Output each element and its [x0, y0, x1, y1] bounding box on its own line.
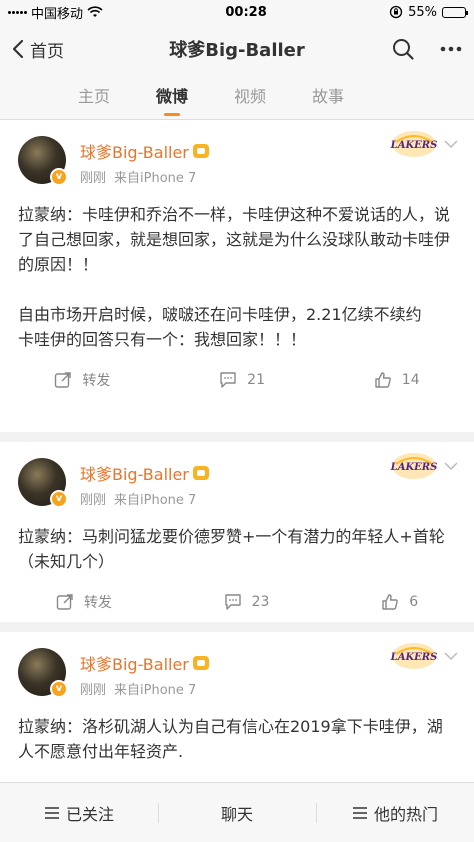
hot-posts-label: 他的热门: [373, 804, 438, 824]
repost-label: 转发: [83, 595, 112, 611]
comment-count: 23: [251, 594, 270, 610]
verified-icon: v: [50, 680, 68, 698]
verified-icon: v: [50, 490, 68, 508]
post-time: 刚刚: [80, 493, 107, 508]
lakers-logo-text: LAKERS: [390, 462, 437, 473]
post-actions: 转发 21 14: [0, 358, 474, 402]
tab-weibo[interactable]: 微博: [156, 74, 188, 120]
post-card[interactable]: v 球爹Big-Baller 刚刚 来自iPhone 7 LAKERS 拉蒙纳：马…: [0, 442, 474, 622]
post-source: 来自iPhone 7: [114, 683, 197, 698]
menu-icon: [352, 806, 367, 819]
like-button[interactable]: 6: [381, 593, 418, 611]
chat-label: 聊天: [220, 804, 253, 824]
back-button[interactable]: 首页: [12, 37, 64, 62]
signal-icon: [8, 10, 27, 14]
lakers-logo-icon: LAKERS: [390, 453, 437, 479]
lakers-logo-text: LAKERS: [390, 140, 437, 151]
avatar[interactable]: v: [18, 648, 68, 698]
post-card[interactable]: v 球爹Big-Baller 刚刚 来自iPhone 7 LAKERS 拉蒙纳：卡…: [0, 120, 474, 432]
author-name[interactable]: 球爹Big-Baller: [80, 651, 189, 675]
followed-label: 已关注: [65, 804, 114, 824]
hot-posts-button[interactable]: 他的热门: [316, 801, 474, 825]
post-source: 来自iPhone 7: [114, 493, 197, 508]
bottom-bar: 已关注 聊天 他的热门: [0, 782, 474, 842]
clock: 00:28: [225, 4, 267, 20]
post-time: 刚刚: [80, 171, 107, 186]
post-text: 拉蒙纳：洛杉矶湖人认为自己有信心在2019拿下卡哇伊，湖人不愿意付出年轻资产.: [18, 717, 443, 761]
vip-badge-icon: [192, 144, 209, 158]
repost-button[interactable]: 转发: [54, 370, 110, 390]
lakers-logo-icon: LAKERS: [390, 131, 437, 157]
avatar[interactable]: v: [18, 136, 68, 186]
battery-percent: 55%: [408, 4, 437, 20]
nav-bar: 首页 球爹Big-Baller: [0, 24, 474, 74]
repost-icon: [55, 372, 72, 388]
tab-video[interactable]: 视频: [234, 74, 266, 120]
lakers-logo-text: LAKERS: [390, 652, 437, 663]
tab-home[interactable]: 主页: [78, 74, 110, 120]
comment-button[interactable]: 23: [224, 593, 270, 611]
repost-icon: [56, 594, 73, 610]
comment-icon: [224, 594, 241, 610]
thumbs-up-icon: [382, 594, 399, 610]
comment-count: 21: [247, 372, 265, 388]
feed: v 球爹Big-Baller 刚刚 来自iPhone 7 LAKERS 拉蒙纳：卡…: [0, 120, 474, 842]
chevron-down-icon[interactable]: [444, 462, 458, 470]
verified-icon: v: [50, 168, 68, 186]
back-label: 首页: [30, 41, 64, 62]
like-count: 14: [401, 372, 420, 388]
author-name[interactable]: 球爹Big-Baller: [80, 139, 189, 163]
search-icon[interactable]: [392, 38, 414, 60]
post-actions: 转发 23 6: [0, 580, 474, 624]
chevron-down-icon[interactable]: [444, 652, 458, 660]
avatar[interactable]: v: [18, 458, 68, 508]
menu-icon: [44, 806, 59, 819]
vip-badge-icon: [192, 656, 209, 670]
more-icon[interactable]: [440, 46, 462, 52]
carrier: 中国移动: [31, 6, 84, 22]
post-time: 刚刚: [80, 683, 107, 698]
repost-label: 转发: [82, 373, 111, 389]
vip-badge-icon: [192, 466, 209, 480]
battery-icon: [442, 6, 468, 18]
like-count: 6: [409, 594, 419, 610]
status-bar: 中国移动 00:28 55%: [0, 0, 474, 24]
thumbs-up-icon: [375, 372, 391, 388]
followed-button[interactable]: 已关注: [0, 801, 158, 825]
rotation-lock-icon: [389, 5, 403, 19]
post-source: 来自iPhone 7: [114, 171, 197, 186]
wifi-icon: [87, 6, 103, 17]
like-button[interactable]: 14: [374, 371, 420, 389]
profile-tabs: 主页 微博 视频 故事: [0, 74, 474, 120]
chat-button[interactable]: 聊天: [158, 801, 316, 825]
post-text: 拉蒙纳：马刺问猛龙要价德罗赞+一个有潜力的年轻人+首轮（未知几个）: [18, 527, 445, 571]
post-text: 拉蒙纳：卡哇伊和乔治不一样，卡哇伊这种不爱说话的人，说了自己想回家，就是想回家，…: [18, 205, 451, 349]
repost-button[interactable]: 转发: [56, 592, 112, 612]
comment-icon: [220, 372, 236, 388]
chevron-down-icon[interactable]: [444, 140, 458, 148]
author-name[interactable]: 球爹Big-Baller: [80, 461, 189, 485]
comment-button[interactable]: 21: [219, 371, 265, 389]
lakers-logo-icon: LAKERS: [390, 643, 437, 669]
chevron-left-icon: [12, 39, 24, 59]
tab-story[interactable]: 故事: [312, 74, 344, 120]
